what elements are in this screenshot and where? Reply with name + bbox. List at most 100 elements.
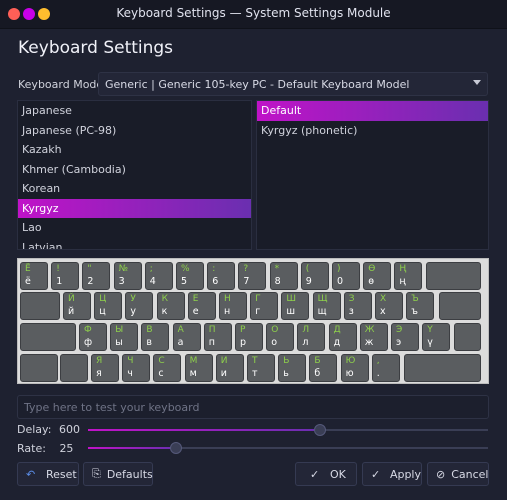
key-upper-label: Т [252,356,258,366]
key-lower-label: ё [25,276,31,287]
keyboard-key: Пп [203,323,232,351]
key-lower-label: г [255,306,261,317]
key-upper-label: ( [305,264,310,274]
key-upper-label: Й [68,294,75,304]
key-upper-label: С [158,356,165,366]
keyboard-model-label: Keyboard Model: [18,78,110,91]
keyboard-key: Тт [247,354,275,382]
layout-list[interactable]: Japanese Japanese (PC-98) Kazakh Khmer (Cam… [17,100,252,250]
keyboard-key: ? 7 [238,262,267,290]
key-lower-label: 4 [149,276,156,287]
keyboard-test-input[interactable]: Type here to test your keyboard [17,395,489,419]
keyboard-model-select[interactable]: Generic | Generic 105-key PC - Default K… [98,72,488,96]
key-upper-label: Б [314,356,321,366]
key-lower-label: ъ [411,306,418,317]
keyboard-key: Өө [363,262,392,290]
keyboard-key [454,323,481,351]
variant-list[interactable]: Default Kyrgyz (phonetic) [256,100,489,250]
keyboard-model-value: Generic | Generic 105-key PC - Default K… [105,78,410,91]
key-lower-label: е [192,306,199,317]
keyboard-key: Жж [359,323,388,351]
keyboard-key [404,354,481,382]
key-lower-label: 6 [212,276,219,287]
apply-label: Apply [389,467,421,481]
reset-button[interactable]: ↶ Reset [17,462,79,486]
keyboard-key: Ыы [110,323,139,351]
key-lower-label: и [220,368,227,379]
key-upper-label: * [274,264,280,274]
document-icon: ⎘ [92,467,101,480]
key-lower-label: 1 [56,276,63,287]
key-upper-label: Я [96,356,103,366]
layout-list-item[interactable]: Khmer (Cambodia) [18,160,251,180]
reset-label: Reset [46,467,77,481]
window-title: Keyboard Settings — System Settings Modu… [116,6,391,20]
key-upper-label: № [118,264,128,274]
key-upper-label: ! [56,264,60,274]
layout-list-item[interactable]: Kazakh [18,140,251,160]
keyboard-key: Кк [156,292,185,320]
variant-list-item[interactable]: Default [257,101,488,121]
keyboard-key: Цц [94,292,123,320]
key-lower-label: 2 [87,276,94,287]
keyboard-key: Бб [309,354,338,382]
key-upper-label: Г [255,294,261,304]
keyboard-key: Вв [141,323,170,351]
keyboard-key: Хх [375,292,403,320]
key-upper-label: ) [337,264,341,274]
keyboard-key [60,354,88,382]
keyboard-key: Ёё [20,262,48,290]
key-upper-label: Е [192,294,199,304]
layout-list-item[interactable]: Latvian [18,238,251,250]
layout-list-item[interactable]: Kyrgyz [18,198,251,218]
layout-list-item[interactable]: Korean [18,179,251,199]
keyboard-key: Юю [340,354,369,382]
keyboard-test-placeholder: Type here to test your keyboard [24,401,200,414]
ok-button[interactable]: ✓ OK [295,462,357,486]
key-upper-label: Ъ [411,294,419,304]
keyboard-key: Сс [153,354,182,382]
defaults-button[interactable]: ⎘ Defaults [83,462,153,486]
key-lower-label: т [252,368,258,379]
keyboard-key: Ьь [278,354,307,382]
key-lower-label: ю [345,368,354,379]
keyboard-key: :6 [207,262,236,290]
key-upper-label: Ң [399,264,407,274]
key-lower-label: п [208,337,216,348]
cancel-button[interactable]: ⊘ Cancel [427,462,489,486]
keyboard-key: Рр [235,323,263,351]
key-lower-label: л [302,337,309,348]
keyboard-key: (9 [300,262,329,290]
key-upper-label: Х [380,294,387,304]
cancel-icon: ⊘ [436,467,446,481]
layout-list-item[interactable]: Lao [18,218,251,238]
delay-slider-handle[interactable] [314,424,326,436]
key-upper-label: % [181,264,190,274]
key-upper-label: О [271,325,279,335]
rate-slider-handle[interactable] [170,442,182,454]
key-upper-label: : [212,264,216,274]
key-lower-label: о [271,337,277,348]
keyboard-preview: Ёё! 1 " 2 № 3; 4% 5:6? 7 * 8(9) 0 Өө Ңң Йй Цц Уу Кк Ее Нн Гг… [17,258,489,384]
key-lower-label: к [161,306,168,317]
check-icon: ✓ [371,467,381,481]
layout-list-item[interactable]: Japanese [18,101,251,121]
key-lower-label: ш [286,306,296,317]
layout-list-item[interactable]: Japanese (PC-98) [18,121,251,141]
key-upper-label: И [220,356,228,366]
apply-button[interactable]: ✓ Apply [362,462,422,486]
key-lower-label: б [314,368,321,379]
delay-label-row: Delay: 600 [17,423,80,436]
key-upper-label: Ё [25,264,31,274]
keyboard-key: Мм [184,354,213,382]
keyboard-key [20,354,58,382]
variant-list-item[interactable]: Kyrgyz (phonetic) [257,121,488,141]
key-upper-label: ; [149,264,153,274]
title-bar: Keyboard Settings — System Settings Modu… [0,0,507,29]
page-title: Keyboard Settings [18,38,174,58]
rate-fill [88,447,176,449]
delay-label: Delay: [17,423,52,436]
key-upper-label: " [87,264,92,274]
key-lower-label: х [380,306,386,317]
key-lower-label: щ [317,306,327,317]
